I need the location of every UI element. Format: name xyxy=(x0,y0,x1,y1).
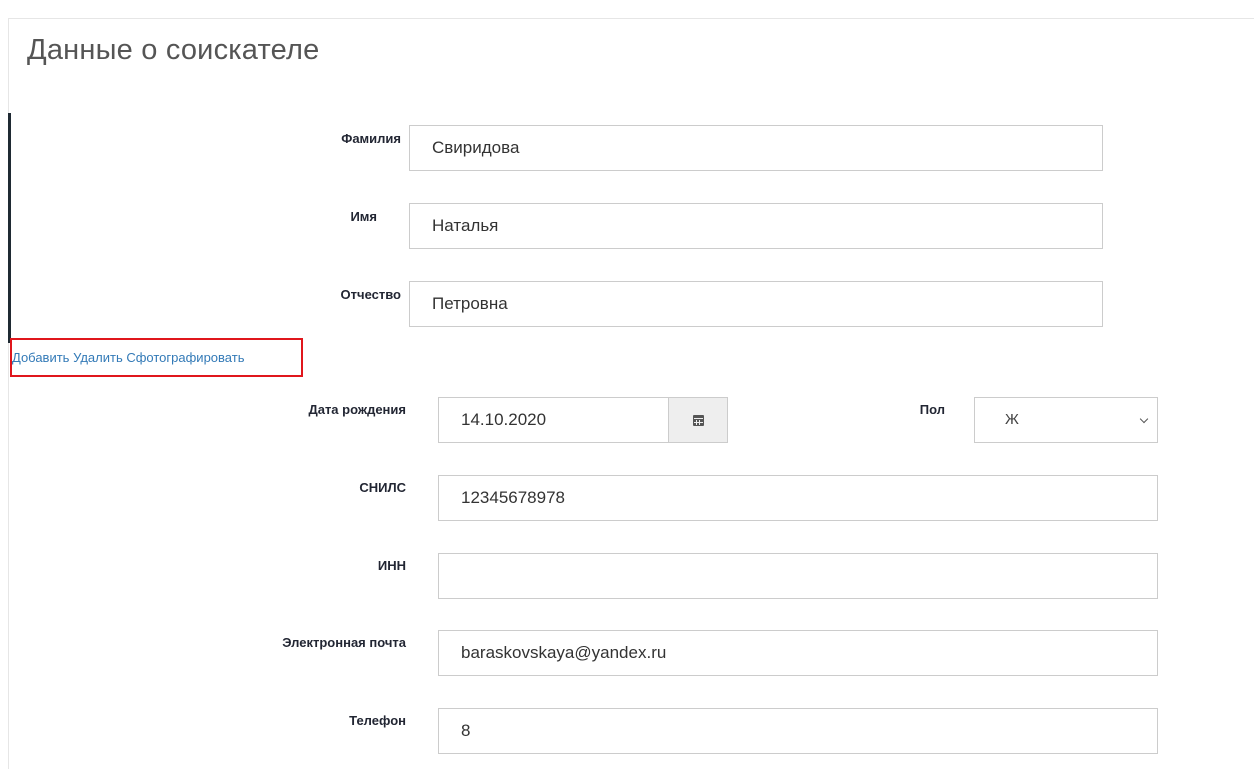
snils-input[interactable] xyxy=(438,475,1158,521)
name-input[interactable] xyxy=(409,203,1103,249)
surname-label: Фамилия xyxy=(341,131,401,146)
take-photo-link[interactable]: Сфотографировать xyxy=(126,350,244,365)
gender-select[interactable]: Ж xyxy=(974,397,1158,443)
inn-label: ИНН xyxy=(377,558,406,573)
chevron-down-icon xyxy=(1139,414,1149,424)
gender-selected-value: Ж xyxy=(1005,411,1019,428)
delete-photo-link[interactable]: Удалить xyxy=(73,350,123,365)
gender-label: Пол xyxy=(919,402,945,417)
surname-input[interactable] xyxy=(409,125,1103,171)
phone-label: Телефон xyxy=(349,713,406,728)
calendar-button[interactable] xyxy=(668,397,728,443)
email-label: Электронная почта xyxy=(282,635,406,650)
page-title: Данные о соискателе xyxy=(27,34,320,66)
patronymic-input[interactable] xyxy=(409,281,1103,327)
top-divider xyxy=(8,18,1254,19)
calendar-icon xyxy=(692,414,704,426)
snils-label: СНИЛС xyxy=(359,480,406,495)
birth-date-input[interactable] xyxy=(438,397,669,443)
email-input[interactable] xyxy=(438,630,1158,676)
birth-date-label: Дата рождения xyxy=(308,402,406,417)
inn-input[interactable] xyxy=(438,553,1158,599)
name-label: Имя xyxy=(350,209,377,224)
add-photo-link[interactable]: Добавить xyxy=(12,350,69,365)
patronymic-label: Отчество xyxy=(340,287,401,302)
photo-preview xyxy=(8,113,11,343)
phone-input[interactable] xyxy=(438,708,1158,754)
photo-actions: Добавить Удалить Сфотографировать xyxy=(10,338,303,377)
